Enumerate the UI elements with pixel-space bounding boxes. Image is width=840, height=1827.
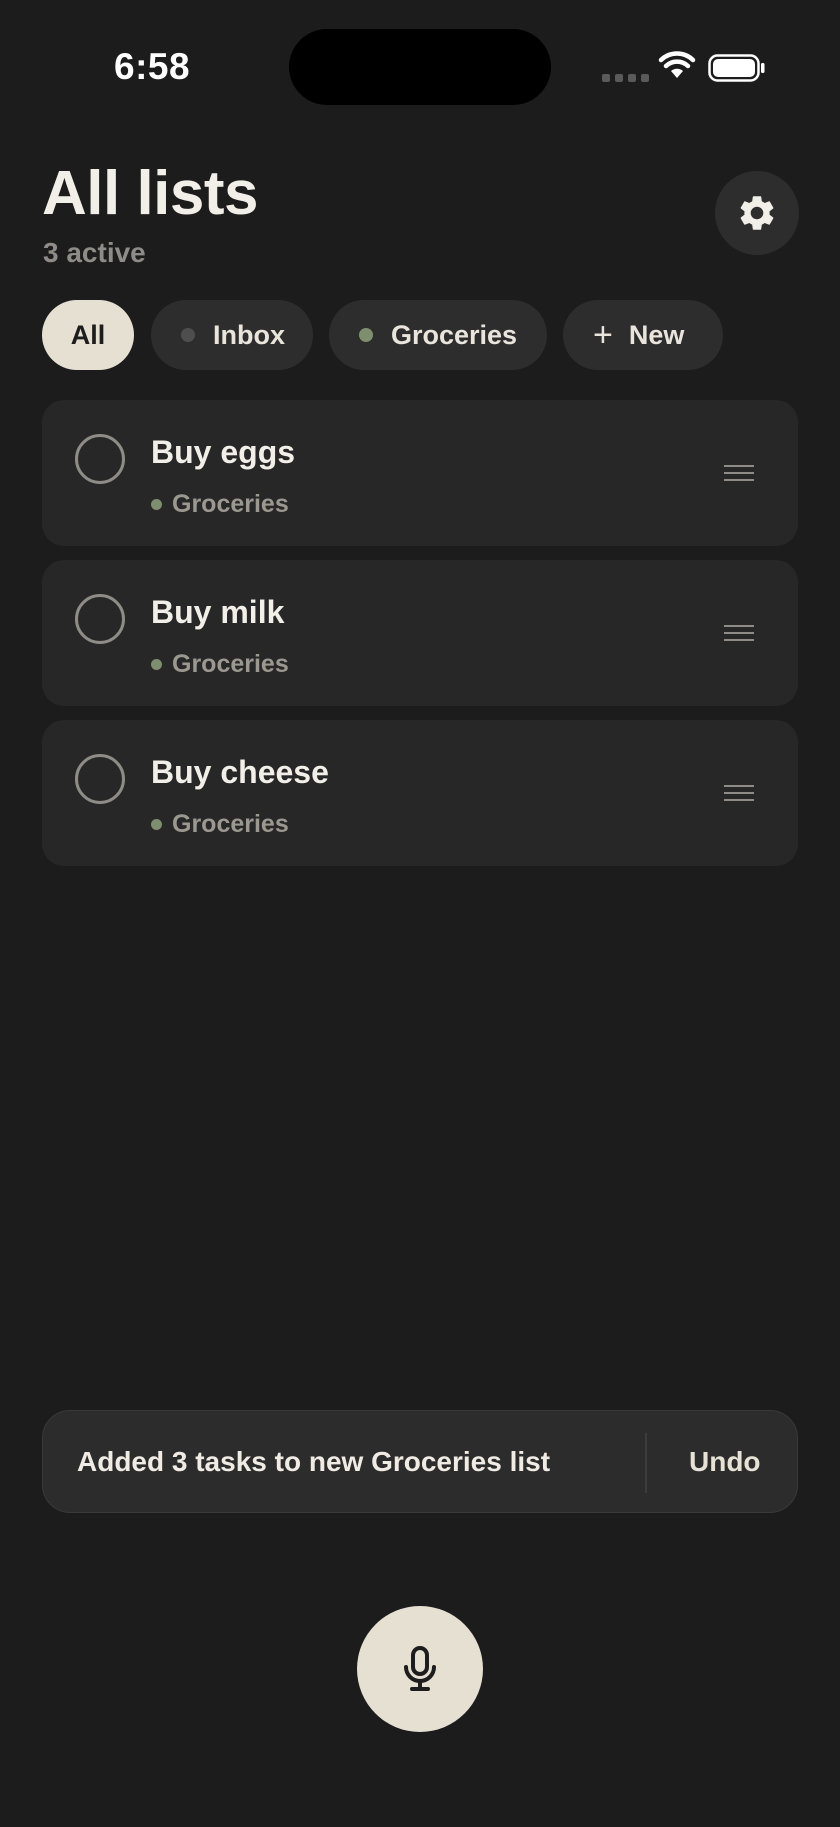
groceries-color-dot <box>359 328 373 342</box>
drag-handle-icon[interactable] <box>724 464 754 482</box>
inbox-color-dot <box>181 328 195 342</box>
chip-groceries[interactable]: Groceries <box>329 300 547 370</box>
status-time: 6:58 <box>114 46 191 87</box>
undo-button[interactable]: Undo <box>689 1446 761 1478</box>
dynamic-island <box>289 29 551 105</box>
active-count: 3 active <box>43 237 146 268</box>
settings-button[interactable] <box>715 171 799 255</box>
task-title: Buy eggs <box>151 434 296 470</box>
task-list-name: Groceries <box>172 490 289 518</box>
task-checkbox[interactable] <box>75 754 125 804</box>
page-title: All lists <box>42 159 259 228</box>
task-list-tag: Groceries <box>151 810 289 839</box>
app-screen: 6:58 All lists 3 active All Inbox Grocer… <box>0 0 840 1827</box>
task-list-name: Groceries <box>172 650 289 678</box>
task-list-tag: Groceries <box>151 650 289 679</box>
task-title: Buy milk <box>151 594 285 630</box>
task-item[interactable]: Buy milk Groceries <box>42 560 798 706</box>
gear-icon <box>740 196 774 230</box>
voice-input-button[interactable] <box>357 1606 483 1732</box>
task-checkbox[interactable] <box>75 594 125 644</box>
chip-new-list[interactable]: + New <box>563 300 723 370</box>
wifi-icon <box>658 51 696 78</box>
drag-handle-icon[interactable] <box>724 624 754 642</box>
chip-label: Inbox <box>213 319 285 350</box>
list-color-dot <box>151 659 162 670</box>
chip-inbox[interactable]: Inbox <box>151 300 313 370</box>
task-checkbox[interactable] <box>75 434 125 484</box>
toast-message: Added 3 tasks to new Groceries list <box>77 1446 551 1477</box>
toast-divider <box>645 1433 647 1493</box>
battery-icon <box>708 54 765 82</box>
task-item[interactable]: Buy cheese Groceries <box>42 720 798 866</box>
list-color-dot <box>151 499 162 510</box>
chip-label: All <box>70 319 106 350</box>
drag-handle-icon[interactable] <box>724 784 754 802</box>
task-list-name: Groceries <box>172 810 289 838</box>
list-color-dot <box>151 819 162 830</box>
task-item[interactable]: Buy eggs Groceries <box>42 400 798 546</box>
undo-toast: Added 3 tasks to new Groceries list Undo <box>42 1410 798 1513</box>
signal-icon <box>602 74 649 82</box>
plus-icon: + <box>593 316 613 354</box>
chip-label: New <box>628 319 685 350</box>
task-title: Buy cheese <box>151 754 329 790</box>
task-list-tag: Groceries <box>151 490 289 519</box>
microphone-icon <box>404 1646 436 1691</box>
chip-all[interactable]: All <box>42 300 134 370</box>
chip-label: Groceries <box>391 319 518 350</box>
